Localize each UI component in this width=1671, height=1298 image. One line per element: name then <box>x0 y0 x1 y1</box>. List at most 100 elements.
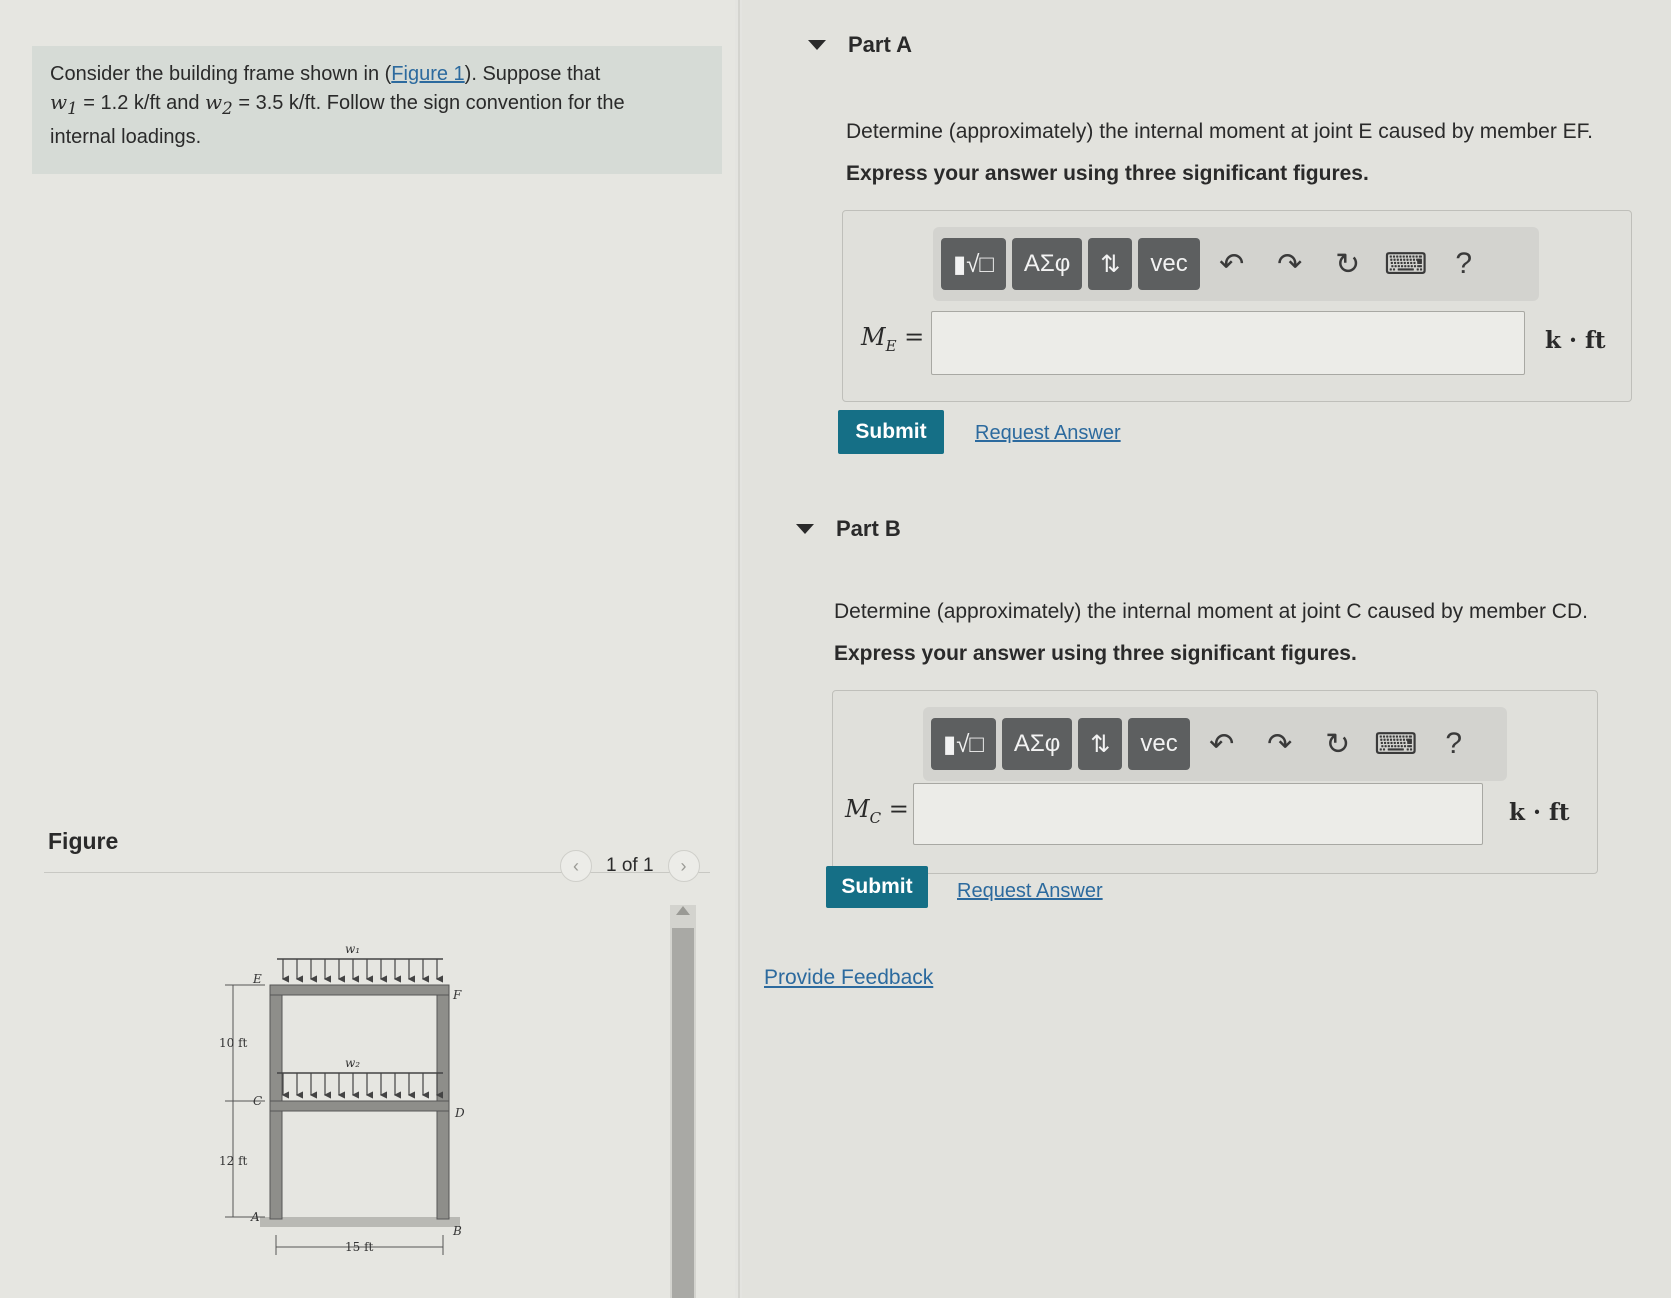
part-b-submit-button[interactable]: Submit <box>826 866 928 908</box>
arrows-button[interactable]: ⇅ <box>1078 718 1123 770</box>
dimension-10ft-label: 10 ft <box>219 1036 248 1050</box>
part-a-math-toolbar: ▮√□ ΑΣφ ⇅ vec ↶ ↷ ↻ ⌨ ? <box>933 227 1539 301</box>
w2-load-arrows <box>281 1073 443 1099</box>
joint-d-label: D <box>454 1106 465 1120</box>
greek-symbols-button[interactable]: ΑΣφ <box>1001 718 1073 770</box>
joint-f-label: F <box>452 988 462 1002</box>
part-a-title: Part A <box>848 32 912 57</box>
part-a-variable-label: ME = <box>861 323 924 355</box>
support-a-label: A <box>250 1210 260 1224</box>
w2-label: w₂ <box>345 1056 360 1070</box>
templates-button[interactable]: ▮√□ <box>931 718 996 770</box>
part-b-answer-input[interactable] <box>913 783 1483 845</box>
greek-letters-icon: ΑΣφ <box>1013 730 1061 757</box>
ground <box>260 1217 460 1227</box>
collapse-caret-icon <box>796 524 814 534</box>
figure-title: Figure <box>48 828 119 854</box>
help-button[interactable]: ? <box>1428 718 1480 770</box>
and-text: and <box>160 92 206 114</box>
part-a-answer-input[interactable] <box>931 311 1525 375</box>
redo-icon: ↷ <box>1277 247 1303 281</box>
provide-feedback-link[interactable]: Provide Feedback <box>764 966 933 990</box>
w1-label: w₁ <box>345 942 360 956</box>
vec-label: vec <box>1140 730 1178 757</box>
moment-symbol: M <box>861 323 886 351</box>
part-b-header[interactable]: Part B <box>796 516 901 542</box>
part-b-answer-box: ▮√□ ΑΣφ ⇅ vec ↶ ↷ ↻ ⌨ ? MC = k · ft <box>832 690 1598 874</box>
problem-statement: Consider the building frame shown in (Fi… <box>32 46 722 174</box>
vector-button[interactable]: vec <box>1128 718 1190 770</box>
part-b-title: Part B <box>836 516 901 541</box>
w2-symbol: w <box>205 90 223 114</box>
templates-button[interactable]: ▮√□ <box>941 238 1006 290</box>
help-button[interactable]: ? <box>1438 238 1490 290</box>
part-b-question: Determine (approximately) the internal m… <box>834 600 1588 623</box>
figure-pager: ‹ 1 of 1 › <box>560 850 700 882</box>
w2-value: = 3.5 k/ft <box>232 92 316 114</box>
problem-text-1: Consider the building frame shown in ( <box>50 63 392 85</box>
scroll-up-arrow-icon[interactable] <box>676 906 690 915</box>
problem-text-3: . Follow the sign convention for the <box>315 92 625 114</box>
middle-beam-cd <box>269 1100 450 1112</box>
part-b-unit: k · ft <box>1509 799 1570 826</box>
figure-link[interactable]: Figure 1 <box>391 63 464 85</box>
arrows-button[interactable]: ⇅ <box>1088 238 1133 290</box>
moment-subscript: C <box>869 808 882 827</box>
panel-divider <box>738 0 740 1298</box>
greek-symbols-button[interactable]: ΑΣφ <box>1011 238 1083 290</box>
redo-button[interactable]: ↷ <box>1264 238 1316 290</box>
top-beam-ef <box>269 984 450 996</box>
undo-icon: ↶ <box>1219 247 1245 281</box>
joint-e-label: E <box>252 972 262 986</box>
reset-button[interactable]: ↻ <box>1322 238 1374 290</box>
w1-load-arrows <box>281 959 443 983</box>
undo-button[interactable]: ↶ <box>1206 238 1258 290</box>
templates-icon: ▮√□ <box>943 730 984 758</box>
moment-subscript: E <box>885 336 897 355</box>
part-b-request-answer-link[interactable]: Request Answer <box>957 880 1103 903</box>
part-b-math-toolbar: ▮√□ ΑΣφ ⇅ vec ↶ ↷ ↻ ⌨ ? <box>923 707 1507 781</box>
reset-icon: ↻ <box>1325 727 1351 761</box>
vector-button[interactable]: vec <box>1138 238 1200 290</box>
part-a-unit: k · ft <box>1545 327 1606 354</box>
problem-text-4: internal loadings. <box>50 126 202 148</box>
building-frame-diagram: w₁ w₂ E F C D A B 10 ft 12 ft 15 ft <box>219 942 465 1255</box>
figure-page-count: 1 of 1 <box>606 855 654 876</box>
w1-subscript: 1 <box>67 99 78 118</box>
reset-icon: ↻ <box>1335 247 1361 281</box>
previous-figure-button[interactable]: ‹ <box>560 850 592 882</box>
moment-symbol: M <box>845 795 870 823</box>
figure-scrollbar-thumb[interactable] <box>672 928 694 1298</box>
vec-label: vec <box>1150 250 1188 277</box>
problem-text-2: ). Suppose that <box>464 63 601 85</box>
support-b-label: B <box>452 1224 462 1238</box>
help-icon: ? <box>1455 247 1473 280</box>
keyboard-button[interactable]: ⌨ <box>1370 718 1422 770</box>
collapse-caret-icon <box>808 40 826 50</box>
swap-arrows-icon: ⇅ <box>1100 250 1121 278</box>
part-b-instruction: Express your answer using three signific… <box>834 642 1357 665</box>
part-a-request-answer-link[interactable]: Request Answer <box>975 422 1121 445</box>
swap-arrows-icon: ⇅ <box>1090 730 1111 758</box>
keyboard-button[interactable]: ⌨ <box>1380 238 1432 290</box>
keyboard-icon: ⌨ <box>1384 247 1428 281</box>
next-figure-button[interactable]: › <box>667 850 700 882</box>
templates-icon: ▮√□ <box>953 250 994 278</box>
chevron-right-icon: › <box>680 855 687 876</box>
dimension-12ft-label: 12 ft <box>219 1154 248 1168</box>
part-a-submit-button[interactable]: Submit <box>838 410 944 454</box>
part-a-question: Determine (approximately) the internal m… <box>846 120 1593 143</box>
undo-button[interactable]: ↶ <box>1196 718 1248 770</box>
help-icon: ? <box>1445 727 1463 760</box>
keyboard-icon: ⌨ <box>1374 727 1418 761</box>
part-a-answer-box: ▮√□ ΑΣφ ⇅ vec ↶ ↷ ↻ ⌨ ? ME = k · ft <box>842 210 1632 402</box>
part-a-header[interactable]: Part A <box>808 32 912 58</box>
redo-button[interactable]: ↷ <box>1254 718 1306 770</box>
w1-value: = 1.2 k/ft <box>77 92 161 114</box>
reset-button[interactable]: ↻ <box>1312 718 1364 770</box>
part-a-instruction: Express your answer using three signific… <box>846 162 1369 185</box>
chevron-left-icon: ‹ <box>573 855 579 876</box>
greek-letters-icon: ΑΣφ <box>1023 250 1071 277</box>
dimension-15ft-label: 15 ft <box>345 1240 374 1254</box>
equals-sign: = <box>896 323 925 351</box>
